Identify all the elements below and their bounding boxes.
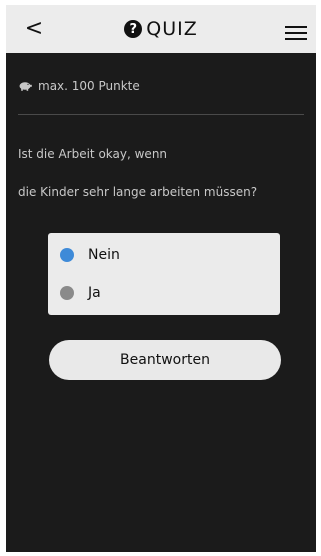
max-points: max. 100 Punkte	[18, 79, 140, 93]
page-title: ? QUIZ	[6, 15, 316, 43]
radio-selected-icon[interactable]	[60, 248, 74, 262]
option-label: Nein	[88, 247, 120, 263]
header-bar: < ? QUIZ	[6, 5, 316, 53]
radio-unselected-icon[interactable]	[60, 286, 74, 300]
option-ja[interactable]: Ja	[48, 274, 280, 312]
answer-options: Nein Ja	[48, 233, 280, 315]
question-line-1: Ist die Arbeit okay, wenn	[18, 147, 168, 161]
piggy-bank-icon	[19, 82, 32, 91]
points-label: max. 100 Punkte	[38, 79, 140, 93]
quiz-screen: < ? QUIZ max. 100 Punkte Ist die Arbeit …	[6, 5, 316, 552]
option-nein[interactable]: Nein	[48, 236, 280, 274]
option-label: Ja	[88, 285, 101, 301]
question-line-2: die Kinder sehr lange arbeiten müssen?	[18, 185, 258, 199]
hamburger-menu-icon[interactable]	[285, 26, 307, 42]
question-circle-icon: ?	[124, 20, 143, 38]
divider	[18, 114, 304, 115]
submit-answer-button[interactable]: Beantworten	[49, 340, 281, 380]
title-text: QUIZ	[146, 18, 198, 40]
